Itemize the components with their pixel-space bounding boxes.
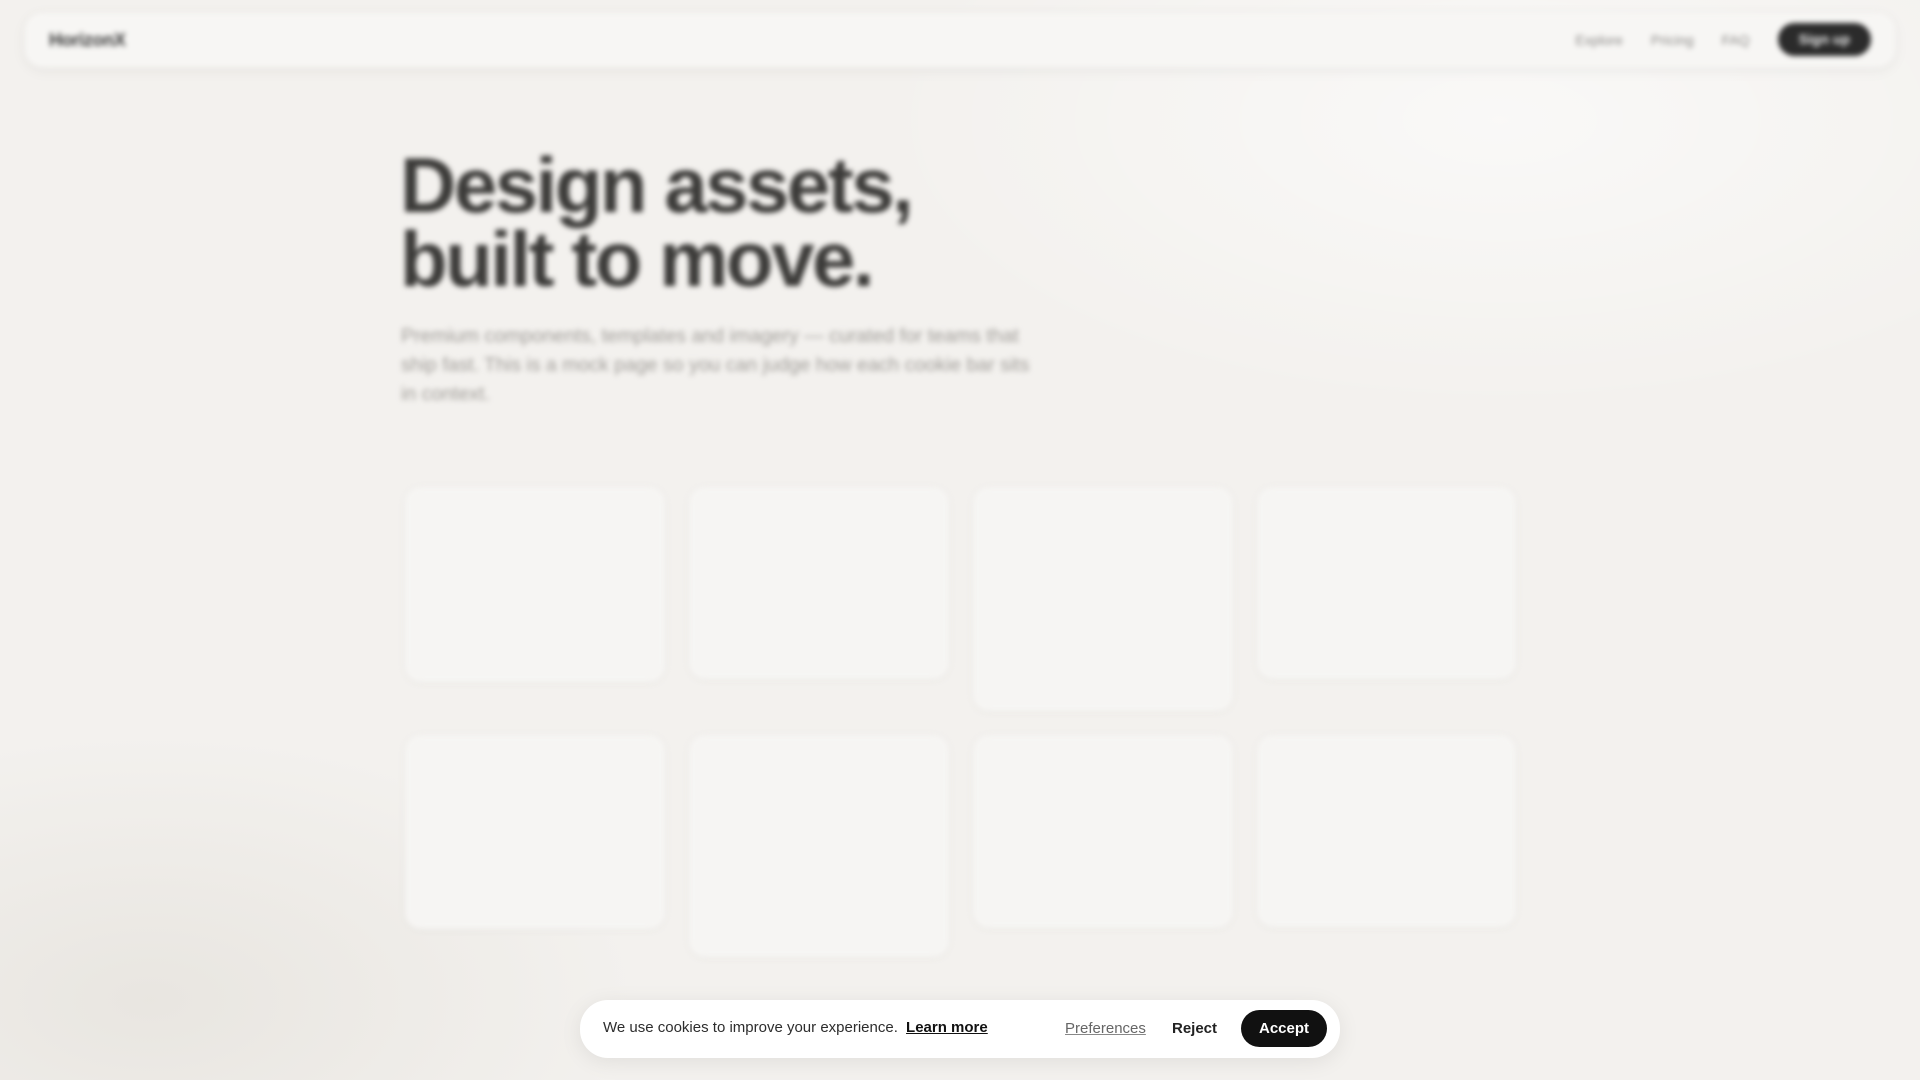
nav-faq[interactable]: FAQ: [1722, 32, 1750, 48]
learn-more-link[interactable]: Learn more: [906, 1019, 988, 1036]
asset-card[interactable]: [1257, 487, 1516, 679]
asset-card[interactable]: [973, 735, 1233, 928]
asset-card[interactable]: [405, 487, 665, 682]
signup-button[interactable]: Sign up: [1777, 23, 1871, 56]
hero-title-line1: Design assets,: [400, 141, 914, 229]
preferences-button[interactable]: Preferences: [1065, 1020, 1146, 1037]
accept-button[interactable]: Accept: [1241, 1010, 1327, 1047]
reject-button[interactable]: Reject: [1172, 1020, 1217, 1037]
top-navbar: HorizonX Explore Pricing FAQ Sign up: [25, 13, 1895, 67]
hero-subtitle: Premium components, templates and imager…: [401, 325, 1030, 405]
nav-explore[interactable]: Explore: [1575, 32, 1622, 48]
asset-card[interactable]: [689, 735, 949, 957]
hero-title: Design assets, built to move.: [400, 141, 1100, 303]
cookie-message: We use cookies to improve your experienc…: [603, 1019, 898, 1036]
nav-pricing[interactable]: Pricing: [1651, 32, 1694, 48]
asset-card[interactable]: [689, 487, 949, 679]
asset-card[interactable]: [973, 487, 1233, 711]
blurred-background: HorizonX Explore Pricing FAQ Sign up Des…: [0, 0, 1920, 1080]
brand-logo[interactable]: HorizonX: [49, 30, 126, 51]
hero-title-line2: built to move.: [400, 215, 875, 303]
page: HorizonX Explore Pricing FAQ Sign up Des…: [0, 0, 1920, 1080]
asset-card[interactable]: [1257, 735, 1516, 927]
cookie-message-wrapper: We use cookies to improve your experienc…: [603, 1019, 988, 1036]
cookie-consent-bar: We use cookies to improve your experienc…: [580, 1000, 1340, 1058]
nav-links: Explore Pricing FAQ Sign up: [1575, 23, 1871, 56]
asset-card[interactable]: [405, 735, 665, 929]
